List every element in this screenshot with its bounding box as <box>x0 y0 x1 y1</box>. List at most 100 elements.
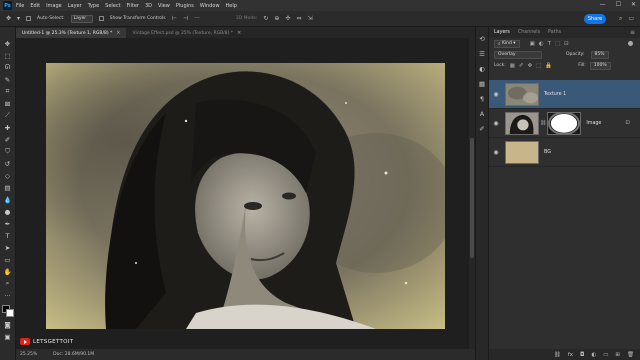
lock-artboard-icon[interactable]: ⬚ <box>536 63 541 69</box>
healing-brush-tool-icon[interactable]: ✚ <box>3 123 13 132</box>
path-selection-tool-icon[interactable]: ➤ <box>3 243 13 252</box>
eyedropper-tool-icon[interactable]: ⟋ <box>3 111 13 120</box>
close-icon[interactable]: ✕ <box>631 1 636 8</box>
layer-texture-1[interactable]: ◉ Texture 1 <box>489 80 640 109</box>
scrollbar-thumb[interactable] <box>470 138 474 258</box>
visibility-eye-icon[interactable]: ◉ <box>489 91 503 98</box>
auto-select-checkbox[interactable] <box>26 16 32 21</box>
frame-tool-icon[interactable]: ⊠ <box>3 99 13 108</box>
align-left-icon[interactable]: ⊢ <box>172 15 177 22</box>
tab-untitled-1[interactable]: Untitled-1 @ 25.3% (Texture 1, RGB/8) * … <box>16 28 127 38</box>
blur-tool-icon[interactable]: 💧 <box>3 195 13 204</box>
color-swatches[interactable] <box>1 305 14 317</box>
tab-paths[interactable]: Paths <box>548 30 561 35</box>
more-tools-icon[interactable]: ··· <box>3 291 13 300</box>
menu-file[interactable]: File <box>16 3 24 9</box>
mask-link-icon[interactable]: ⛓ <box>540 120 546 126</box>
filter-shape-icon[interactable]: ⬚ <box>555 41 560 47</box>
zoom-level[interactable]: 25.25% <box>20 352 37 357</box>
add-mask-icon[interactable]: ◘ <box>580 352 584 358</box>
quick-mask-icon[interactable]: ◙ <box>3 320 13 329</box>
screen-mode-icon[interactable]: ▣ <box>3 332 13 341</box>
menu-select[interactable]: Select <box>105 3 120 9</box>
kind-filter-dropdown[interactable]: ⌕ Kind ▾ <box>494 39 520 48</box>
layer-image[interactable]: ◉ ⛓ Image ⊡ <box>489 109 640 138</box>
visibility-eye-icon[interactable]: ◉ <box>489 149 503 156</box>
menu-type[interactable]: Type <box>88 3 99 9</box>
blend-mode-dropdown[interactable]: Overlay <box>494 50 542 59</box>
visibility-eye-icon[interactable]: ◉ <box>489 120 503 127</box>
move-tool-icon[interactable]: ✥ <box>3 39 13 48</box>
tab-vintage-effect[interactable]: Vintage Effect.psd @ 25% (Texture, RGB/8… <box>126 28 247 38</box>
3d-pan-icon[interactable]: ✣ <box>285 15 290 22</box>
history-brush-tool-icon[interactable]: ↺ <box>3 159 13 168</box>
hand-tool-icon[interactable]: ✋ <box>3 267 13 276</box>
menu-layer[interactable]: Layer <box>68 3 82 9</box>
opacity-field[interactable]: 85% <box>590 50 609 59</box>
libraries-icon[interactable]: ▦ <box>479 80 485 88</box>
menu-3d[interactable]: 3D <box>145 3 152 9</box>
fill-field[interactable]: 100% <box>589 61 611 70</box>
menu-image[interactable]: Image <box>46 3 62 9</box>
layer-mask-thumbnail[interactable] <box>547 111 582 135</box>
menu-plugins[interactable]: Plugins <box>176 3 194 9</box>
delete-layer-icon[interactable]: 🗑 <box>627 352 634 358</box>
filter-type-icon[interactable]: T <box>548 41 551 47</box>
layer-bg[interactable]: ◉ BG <box>489 138 640 167</box>
tab-close-icon[interactable]: × <box>237 30 241 36</box>
adjustments-icon[interactable]: ◐ <box>479 65 485 73</box>
lock-pixels-icon[interactable]: ✐ <box>519 63 524 69</box>
photoshop-logo-icon[interactable]: Ps <box>3 1 12 10</box>
maximize-icon[interactable]: ☐ <box>616 1 621 8</box>
zoom-tool-icon[interactable]: ⌕ <box>3 279 13 288</box>
tab-channels[interactable]: Channels <box>518 30 540 35</box>
filter-pixel-icon[interactable]: ▣ <box>530 41 535 47</box>
chevron-down-icon[interactable]: ▾ <box>17 15 20 22</box>
rectangle-tool-icon[interactable]: ▭ <box>3 255 13 264</box>
tab-close-icon[interactable]: × <box>116 30 120 36</box>
3d-rotate-icon[interactable]: ↻ <box>263 15 268 22</box>
eraser-tool-icon[interactable]: ◇ <box>3 171 13 180</box>
filter-smart-object-icon[interactable]: ⊡ <box>564 41 569 47</box>
character-icon[interactable]: A <box>480 110 484 118</box>
minimize-icon[interactable]: — <box>600 1 606 8</box>
adjustment-layer-icon[interactable]: ◐ <box>591 352 596 358</box>
background-color-swatch[interactable] <box>5 309 14 317</box>
3d-roll-icon[interactable]: ⊕ <box>274 15 279 22</box>
lock-transparency-icon[interactable]: ▦ <box>510 63 515 69</box>
menu-view[interactable]: View <box>158 3 170 9</box>
gradient-tool-icon[interactable]: ▤ <box>3 183 13 192</box>
more-options-icon[interactable]: ··· <box>194 15 200 22</box>
auto-select-target-dropdown[interactable]: Layer <box>70 14 93 23</box>
workspace-icon[interactable]: ▭ <box>628 15 634 23</box>
history-icon[interactable]: ⟲ <box>479 35 484 43</box>
pen-tool-icon[interactable]: ✒ <box>3 219 13 228</box>
canvas-area[interactable] <box>16 38 475 349</box>
crop-tool-icon[interactable]: ⌗ <box>3 87 13 96</box>
new-layer-icon[interactable]: ⊞ <box>615 352 620 358</box>
new-group-icon[interactable]: ▭ <box>603 352 608 358</box>
marquee-tool-icon[interactable]: ⬚ <box>3 51 13 60</box>
document-canvas-image[interactable] <box>46 63 445 329</box>
lock-all-icon[interactable]: 🔒 <box>545 63 552 69</box>
link-layers-icon[interactable]: ⛓ <box>554 352 561 358</box>
lasso-tool-icon[interactable]: ᘏ <box>3 63 13 72</box>
share-button[interactable]: Share <box>584 14 606 24</box>
3d-slide-icon[interactable]: ⇔ <box>296 15 301 22</box>
tab-layers[interactable]: Layers <box>494 30 510 35</box>
align-center-icon[interactable]: ⊣ <box>183 15 188 22</box>
show-transform-checkbox[interactable] <box>98 16 104 21</box>
panel-menu-icon[interactable]: ≡ <box>630 29 635 36</box>
menu-edit[interactable]: Edit <box>30 3 40 9</box>
type-tool-icon[interactable]: T <box>3 231 13 240</box>
quick-select-tool-icon[interactable]: ✎ <box>3 75 13 84</box>
layer-style-icon[interactable]: fx <box>568 352 573 358</box>
filter-adjustment-icon[interactable]: ◐ <box>539 41 544 47</box>
brush-tool-icon[interactable]: ✐ <box>3 135 13 144</box>
filter-toggle-icon[interactable] <box>628 41 633 46</box>
brushes-icon[interactable]: ✐ <box>479 125 484 133</box>
lock-position-icon[interactable]: ✥ <box>528 63 533 69</box>
3d-scale-icon[interactable]: ⇲ <box>307 15 312 22</box>
properties-icon[interactable]: ☰ <box>479 50 485 58</box>
menu-window[interactable]: Window <box>200 3 220 9</box>
